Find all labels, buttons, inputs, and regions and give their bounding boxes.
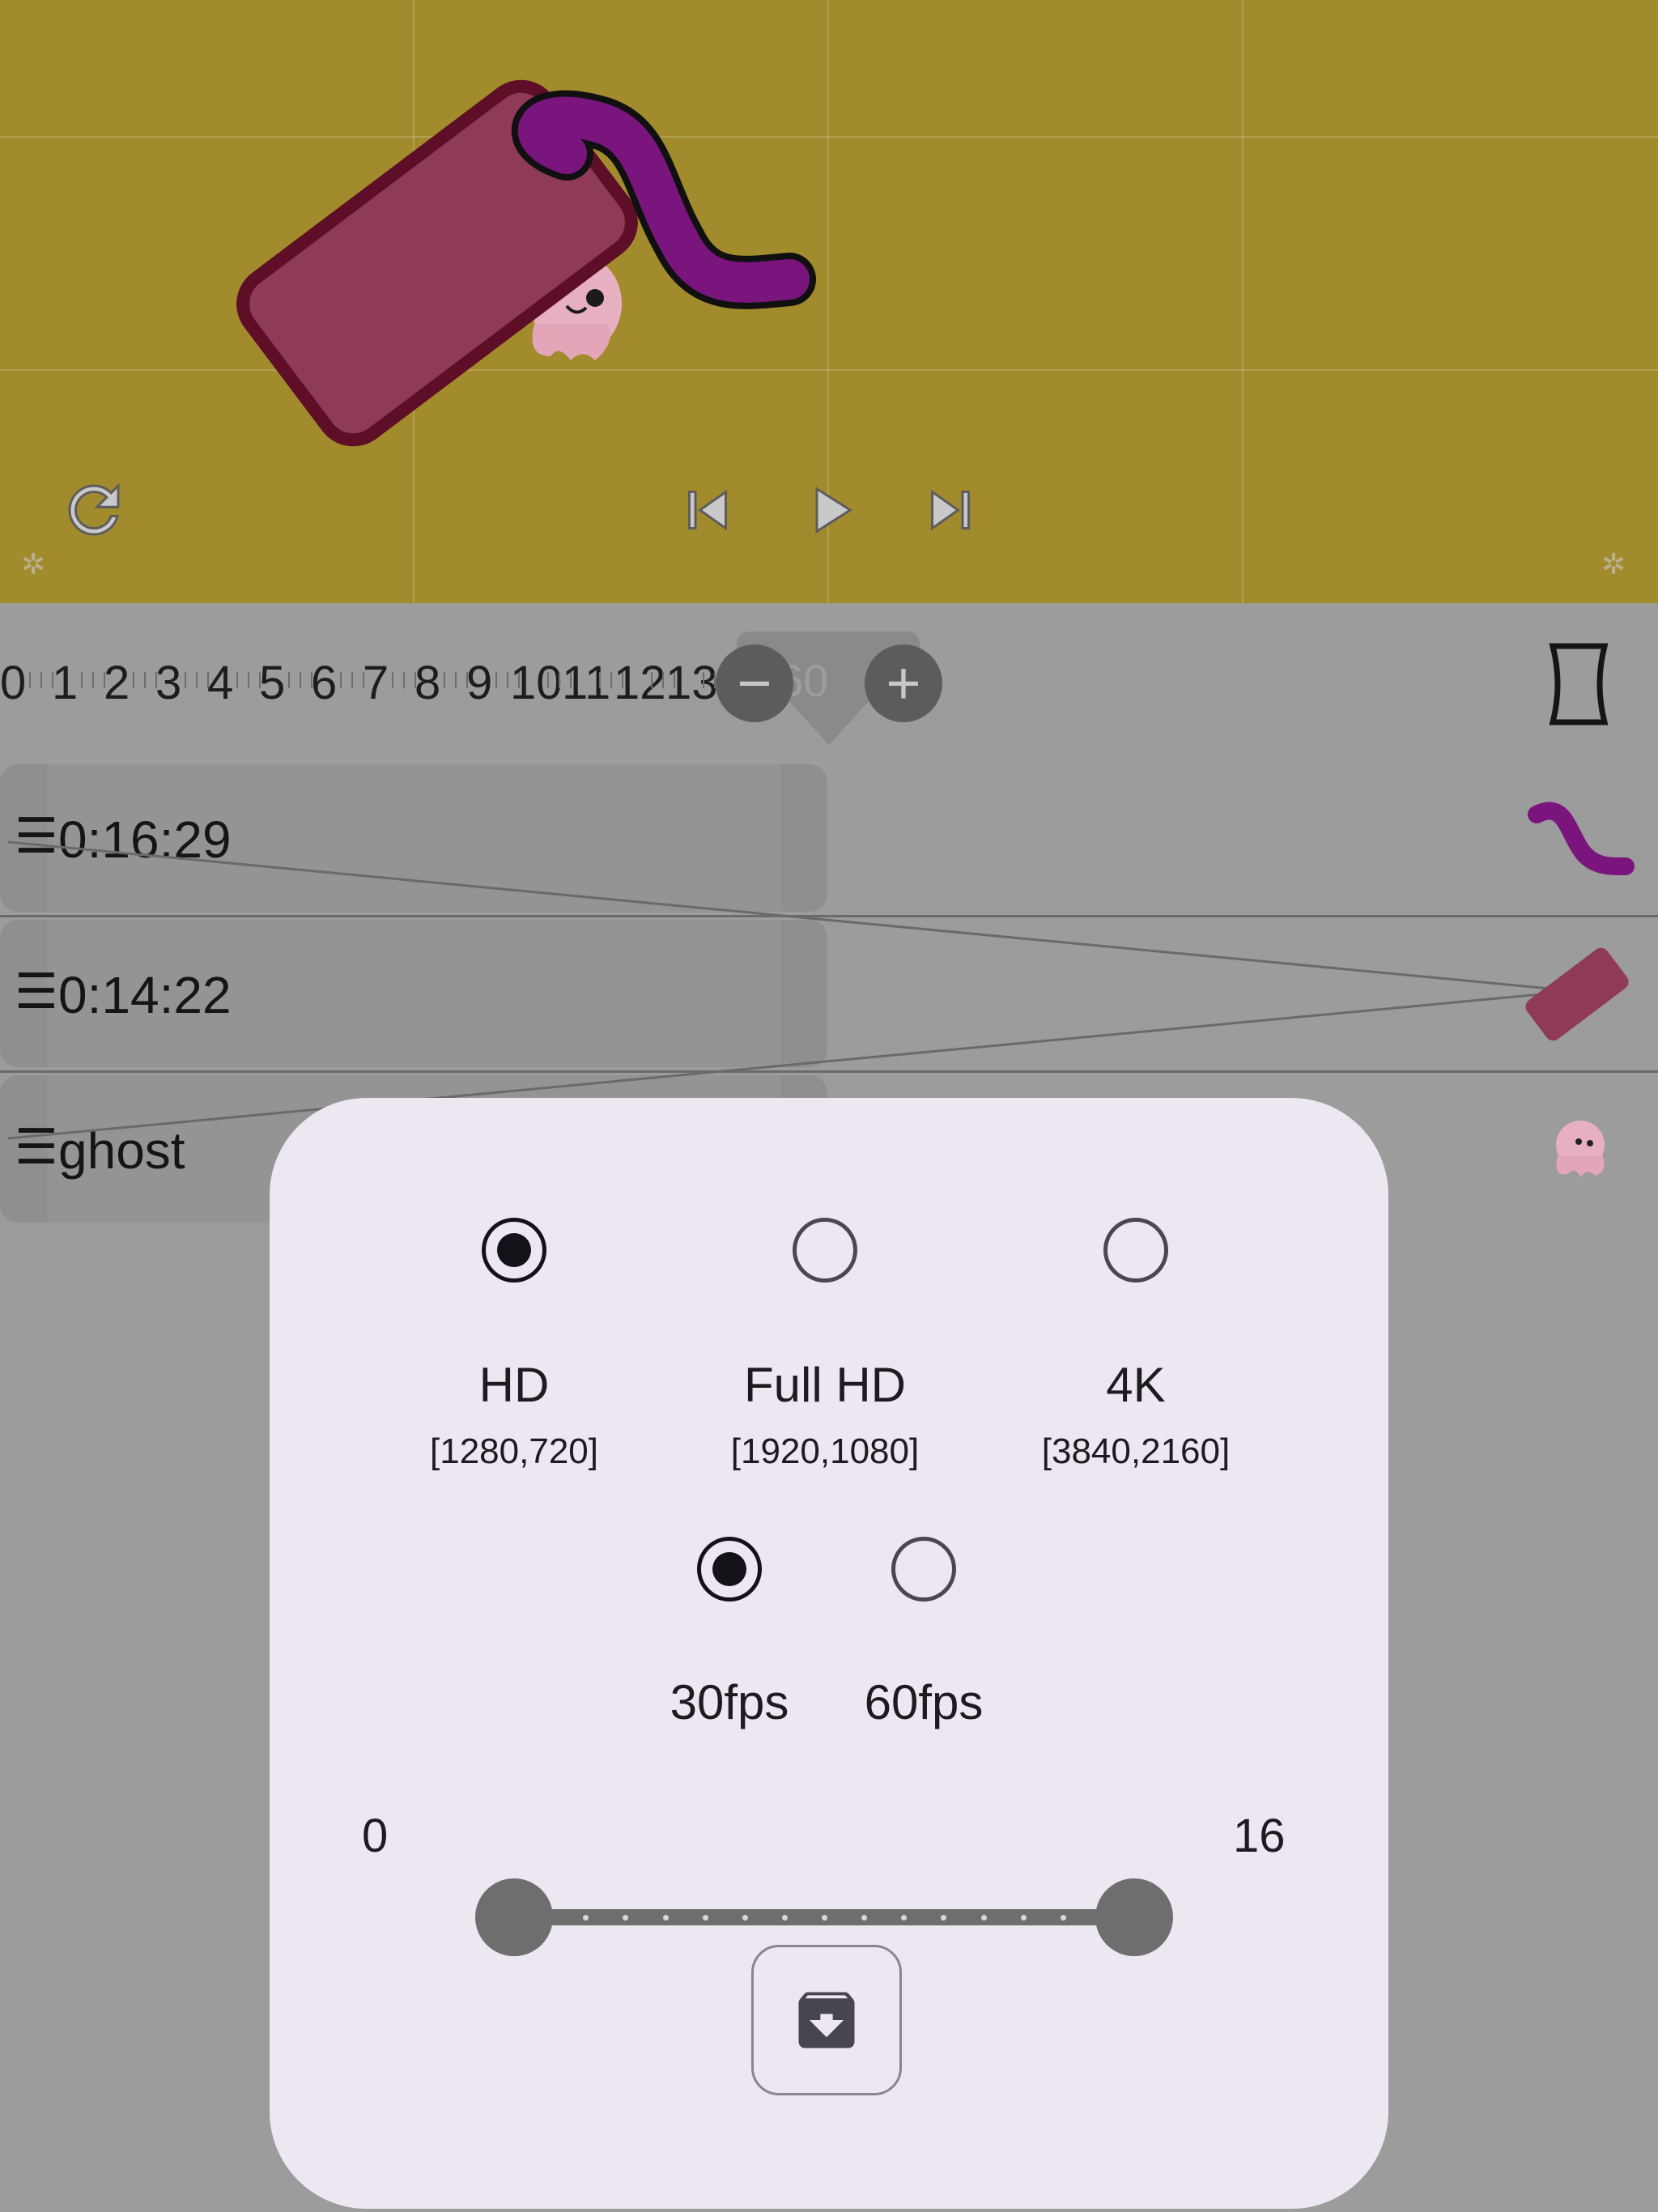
squiggle-thumbnail[interactable] [1522, 793, 1635, 891]
fps-label-60: 60fps [864, 1675, 984, 1729]
slider-step-dot [941, 1915, 947, 1921]
resolution-label-hd: HD [478, 1358, 550, 1412]
range-start-thumb[interactable] [475, 1878, 553, 1956]
slider-step-dot [1060, 1915, 1066, 1921]
fps-label-30: 30fps [670, 1675, 789, 1729]
range-max-label: 16 [1233, 1810, 1286, 1862]
ghost-thumbnail[interactable] [1538, 1109, 1619, 1190]
export-button[interactable] [751, 1945, 902, 2095]
radio-60fps[interactable] [891, 1537, 956, 1602]
resolution-size-hd: [1280,720] [430, 1431, 598, 1471]
slider-step-dot [861, 1915, 868, 1921]
slider-step-dot [742, 1915, 748, 1921]
range-min-label: 0 [362, 1810, 389, 1862]
slider-step-dot [1020, 1915, 1027, 1921]
slider-step-dot [781, 1915, 788, 1921]
radio-4k[interactable] [1103, 1218, 1168, 1283]
slider-step-dot [980, 1915, 987, 1921]
resolution-label-full-hd: Full HD [743, 1358, 906, 1412]
range-end-thumb[interactable] [1095, 1878, 1173, 1956]
track-connector-lines [7, 840, 1576, 1140]
resolution-label-4k: 4K [1106, 1358, 1166, 1412]
slider-step-dot [702, 1915, 708, 1921]
slider-step-dot [623, 1915, 629, 1921]
resolution-size-4k: [3840,2160] [1041, 1431, 1231, 1471]
radio-hd[interactable] [482, 1218, 546, 1283]
slider-step-dot [662, 1915, 669, 1921]
resolution-size-full-hd: [1920,1080] [730, 1431, 920, 1471]
radio-full-hd[interactable] [793, 1218, 857, 1283]
range-slider-track[interactable] [506, 1909, 1142, 1925]
archive-download-icon [798, 1992, 855, 2048]
slider-step-dot [901, 1915, 908, 1921]
slider-step-dot [583, 1915, 589, 1921]
tag-thumbnail[interactable] [1522, 947, 1635, 1044]
slider-step-dot [822, 1915, 827, 1921]
radio-30fps[interactable] [697, 1537, 762, 1602]
export-dialog: HD Full HD 4K [1280,720] [1920,1080] [38… [270, 1098, 1388, 2209]
